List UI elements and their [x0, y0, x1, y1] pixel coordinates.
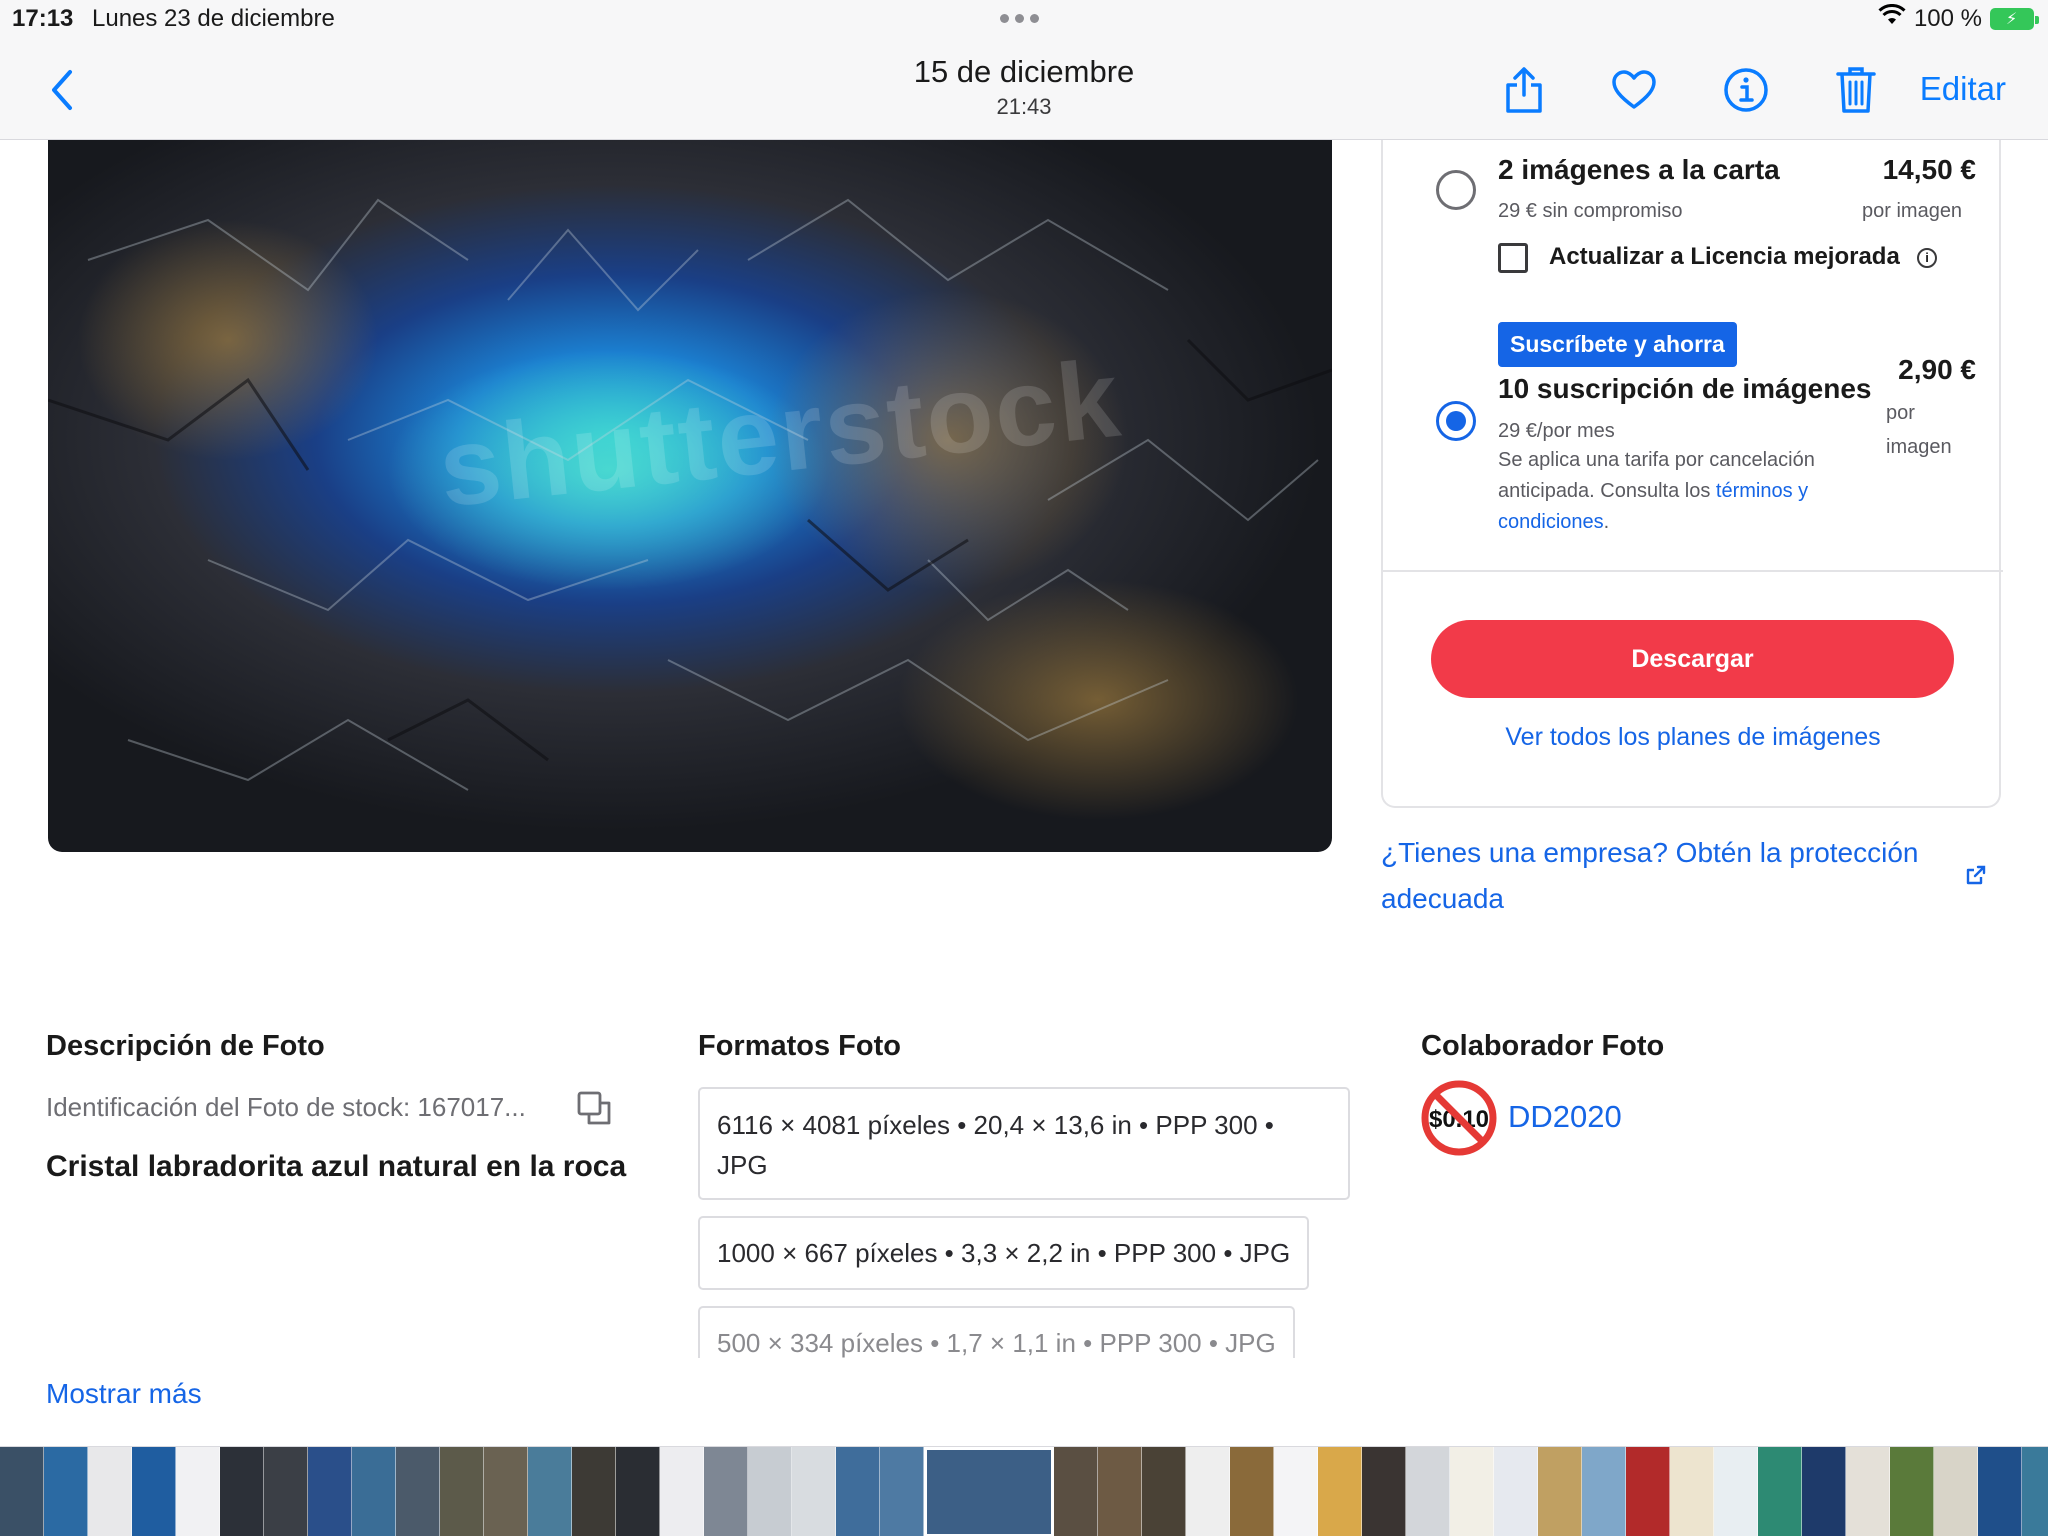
option-subscription-price: 2,90 €	[1898, 354, 1976, 385]
subscribe-badge: Suscríbete y ahorra	[1498, 322, 1737, 367]
option-a-la-carta-radio[interactable]	[1436, 170, 1476, 210]
format-option-large[interactable]: 6116 × 4081 píxeles • 20,4 × 13,6 in • P…	[698, 1087, 1350, 1200]
option-subscription-radio[interactable]	[1436, 401, 1476, 441]
filmstrip-thumbnail[interactable]	[572, 1447, 616, 1536]
filmstrip-thumbnail[interactable]	[1362, 1447, 1406, 1536]
filmstrip-thumbnail[interactable]	[1494, 1447, 1538, 1536]
filmstrip-thumbnail[interactable]	[1450, 1447, 1494, 1536]
all-plans-link[interactable]: Ver todos los planes de imágenes	[1383, 723, 2003, 752]
share-icon[interactable]	[1498, 64, 1550, 116]
filmstrip-thumbnail[interactable]	[616, 1447, 660, 1536]
photo-filmstrip[interactable]	[0, 1446, 2048, 1536]
filmstrip-thumbnail[interactable]	[1230, 1447, 1274, 1536]
filmstrip-thumbnail[interactable]	[220, 1447, 264, 1536]
show-more-link[interactable]: Mostrar más	[46, 1378, 202, 1410]
contributor-avatar[interactable]: $0.10	[1421, 1080, 1497, 1156]
copy-icon[interactable]	[576, 1090, 612, 1131]
option-a-la-carta-subtitle: 29 € sin compromiso	[1498, 200, 1683, 222]
filmstrip-thumbnail[interactable]	[1538, 1447, 1582, 1536]
option-subscription-title: 10 suscripción de imágenes	[1498, 373, 1872, 404]
status-indicators: 100 % ⚡	[1878, 3, 2039, 33]
filmstrip-thumbnail[interactable]	[352, 1447, 396, 1536]
contributor-heading: Colaborador Foto	[1421, 1030, 1665, 1062]
filmstrip-thumbnail[interactable]	[440, 1447, 484, 1536]
stock-id: Identificación del Foto de stock: 167017…	[46, 1092, 526, 1122]
filmstrip-thumbnail[interactable]	[792, 1447, 836, 1536]
filmstrip-thumbnail[interactable]	[1758, 1447, 1802, 1536]
formats-heading: Formatos Foto	[698, 1030, 901, 1062]
business-protection-link[interactable]: ¿Tienes una empresa? Obtén la protección…	[1381, 830, 1941, 922]
filmstrip-thumbnail[interactable]	[1934, 1447, 1978, 1536]
panel-divider	[1383, 570, 2003, 572]
filmstrip-thumbnail[interactable]	[308, 1447, 352, 1536]
filmstrip-thumbnail[interactable]	[44, 1447, 88, 1536]
external-link-icon[interactable]	[1965, 864, 1987, 891]
status-date: Lunes 23 de diciembre	[92, 5, 335, 32]
filmstrip-thumbnail[interactable]	[1714, 1447, 1758, 1536]
formats-fade	[680, 1358, 1360, 1408]
pricing-panel: 2 imágenes a la carta 29 € sin compromis…	[1381, 140, 2003, 808]
top-bar: 17:13 Lunes 23 de diciembre 100 % ⚡ 15 d…	[0, 0, 2048, 140]
filmstrip-thumbnail-current[interactable]	[924, 1447, 1054, 1536]
option-a-la-carta-title: 2 imágenes a la carta	[1498, 154, 1780, 185]
stock-photo-labradorite: shutterstock	[48, 140, 1332, 852]
battery-icon: ⚡	[1990, 7, 2039, 30]
filmstrip-thumbnail[interactable]	[2022, 1447, 2048, 1536]
filmstrip-thumbnail[interactable]	[176, 1447, 220, 1536]
filmstrip-thumbnail[interactable]	[528, 1447, 572, 1536]
filmstrip-thumbnail[interactable]	[396, 1447, 440, 1536]
wifi-icon	[1878, 3, 1906, 33]
option-subscription-subtitle: 29 €/por mes	[1498, 420, 1615, 442]
filmstrip-thumbnail[interactable]	[484, 1447, 528, 1536]
filmstrip-thumbnail[interactable]	[0, 1447, 44, 1536]
status-time: 17:13	[12, 5, 74, 32]
download-button[interactable]: Descargar	[1431, 620, 1954, 698]
filmstrip-thumbnail[interactable]	[1318, 1447, 1362, 1536]
heart-icon[interactable]	[1608, 64, 1660, 116]
edit-button[interactable]: Editar	[1920, 70, 2006, 108]
description-heading: Descripción de Foto	[46, 1030, 325, 1062]
upgrade-license-label[interactable]: Actualizar a Licencia mejorada	[1549, 243, 1900, 271]
filmstrip-thumbnail[interactable]	[1846, 1447, 1890, 1536]
multitasking-dots-icon[interactable]	[1000, 14, 1039, 23]
filmstrip-thumbnail[interactable]	[1582, 1447, 1626, 1536]
option-subscription-per-1: por	[1886, 402, 1915, 424]
trash-icon[interactable]	[1830, 64, 1882, 116]
filmstrip-thumbnail[interactable]	[880, 1447, 924, 1536]
filmstrip-thumbnail[interactable]	[1890, 1447, 1934, 1536]
filmstrip-thumbnail[interactable]	[748, 1447, 792, 1536]
contributor-name-link[interactable]: DD2020	[1508, 1099, 1622, 1135]
filmstrip-thumbnail[interactable]	[660, 1447, 704, 1536]
filmstrip-thumbnail[interactable]	[1978, 1447, 2022, 1536]
filmstrip-thumbnail[interactable]	[264, 1447, 308, 1536]
filmstrip-thumbnail[interactable]	[1142, 1447, 1186, 1536]
filmstrip-thumbnail[interactable]	[1098, 1447, 1142, 1536]
option-subscription-description: Se aplica una tarifa por cancelación ant…	[1498, 449, 1815, 533]
option-a-la-carta-per: por imagen	[1862, 200, 1963, 222]
filmstrip-thumbnail[interactable]	[1670, 1447, 1714, 1536]
option-subscription-per-2: imagen	[1886, 436, 1952, 458]
filmstrip-thumbnail[interactable]	[1186, 1447, 1230, 1536]
filmstrip-thumbnail[interactable]	[1054, 1447, 1098, 1536]
filmstrip-thumbnail[interactable]	[132, 1447, 176, 1536]
filmstrip-thumbnail[interactable]	[704, 1447, 748, 1536]
photo-title: Cristal labradorita azul natural en la r…	[46, 1150, 627, 1183]
filmstrip-thumbnail[interactable]	[88, 1447, 132, 1536]
filmstrip-thumbnail[interactable]	[1406, 1447, 1450, 1536]
filmstrip-thumbnail[interactable]	[1626, 1447, 1670, 1536]
info-icon[interactable]	[1720, 64, 1772, 116]
filmstrip-thumbnail[interactable]	[1802, 1447, 1846, 1536]
option-a-la-carta-price: 14,50 €	[1882, 154, 1976, 185]
format-option-medium[interactable]: 1000 × 667 píxeles • 3,3 × 2,2 in • PPP …	[698, 1216, 1310, 1290]
filmstrip-thumbnail[interactable]	[1274, 1447, 1318, 1536]
battery-percent: 100 %	[1913, 4, 1982, 32]
upgrade-license-checkbox[interactable]	[1498, 243, 1528, 273]
filmstrip-thumbnail[interactable]	[836, 1447, 880, 1536]
license-info-icon[interactable]: i	[1917, 248, 1937, 268]
